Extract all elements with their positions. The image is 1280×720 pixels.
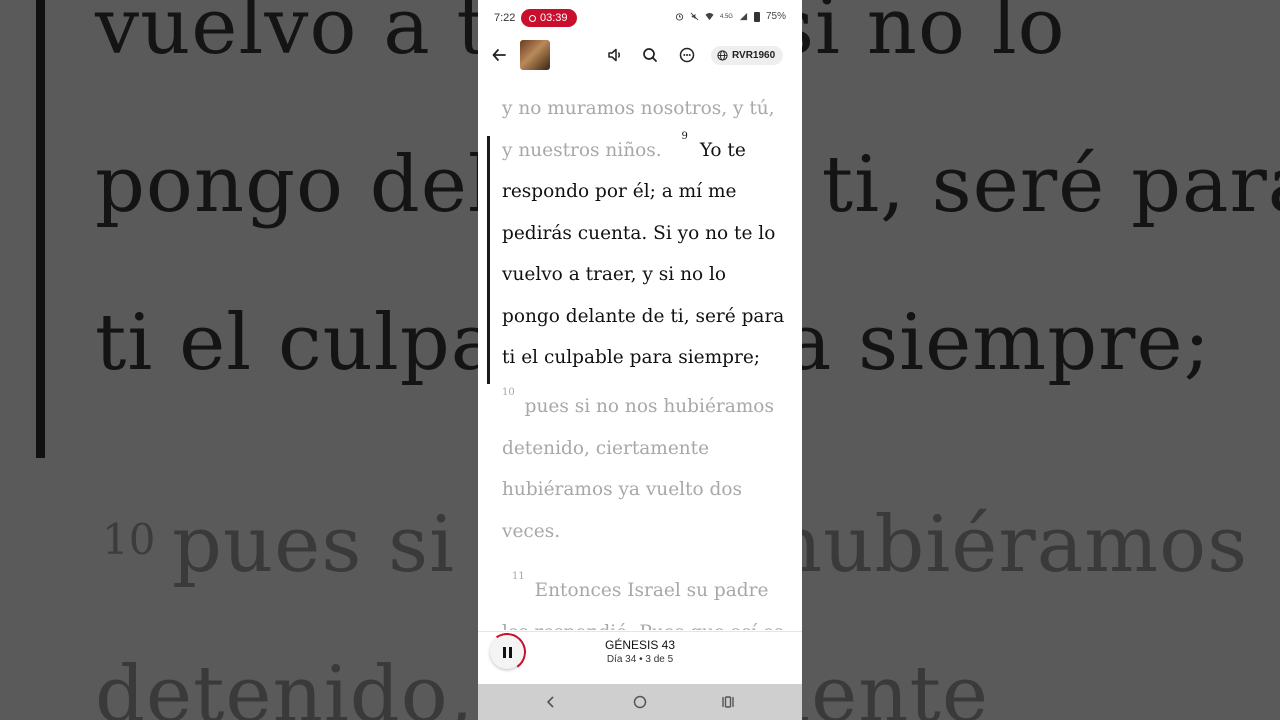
mute-icon [690, 12, 699, 21]
arrow-left-icon[interactable] [490, 46, 508, 64]
battery-icon [753, 11, 760, 22]
audio-player: GÉNESIS 43 Día 34 • 3 de 5 [478, 629, 802, 685]
verse-line[interactable]: ti el culpable para siempre; [502, 337, 760, 379]
status-time: 7:22 [494, 12, 516, 24]
verse-text: y nuestros niños. [502, 140, 662, 161]
search-icon[interactable] [640, 45, 660, 65]
status-bar: 7:22 03:39 4.5G 75% [478, 0, 802, 36]
chapter-text: y no muramos nosotros, y tú, y nuestros … [478, 72, 802, 630]
network-type: 4.5G [719, 13, 733, 20]
battery-percent: 75% [765, 11, 786, 22]
progress-ring [484, 629, 530, 675]
verse-text: pues si no nos hubiéramos [524, 396, 774, 417]
verse-line[interactable]: respondo por él; a mí me [502, 171, 736, 213]
player-title: GÉNESIS 43 [604, 638, 676, 652]
verse-line: y no muramos nosotros, y tú, [502, 98, 775, 119]
version-selector[interactable]: RVR1960 [711, 46, 784, 65]
status-icons: 4.5G 75% [675, 11, 786, 22]
recording-badge: 03:39 [521, 9, 577, 27]
globe-icon [717, 50, 728, 61]
background-verse-bar [36, 0, 45, 458]
plan-thumbnail[interactable] [520, 40, 550, 70]
verse-number: 10 [502, 387, 515, 398]
recording-time: 03:39 [540, 12, 568, 24]
version-label: RVR1960 [732, 50, 776, 61]
nav-recents-icon[interactable] [718, 692, 738, 712]
verse-line[interactable]: 10 pues si no nos hubiéramos [502, 386, 774, 428]
verse-number: 9 [681, 131, 688, 142]
speaker-icon[interactable] [605, 45, 625, 65]
more-icon[interactable] [677, 45, 697, 65]
verse-line[interactable]: veces. [502, 511, 560, 553]
phone-screen: 7:22 03:39 4.5G 75% RVR1960 y no muramos… [478, 0, 802, 720]
signal-icon [739, 12, 748, 21]
player-subtitle: Día 34 • 3 de 5 [606, 654, 674, 665]
selected-verse-bar [487, 136, 490, 384]
verse-line[interactable]: vuelvo a traer, y si no lo [502, 254, 726, 296]
verse-line[interactable]: 11 Entonces Israel su padre [512, 570, 768, 612]
background-verse-number: 10 [102, 515, 156, 564]
reader-top-bar: RVR1960 [478, 38, 802, 72]
verse-line[interactable]: y nuestros niños. 9 Yo te [502, 130, 746, 172]
verse-line[interactable]: les respondió: Pues que así es, [502, 612, 789, 630]
alarm-icon [675, 13, 684, 21]
wifi-icon [705, 12, 714, 21]
verse-text: Entonces Israel su padre [534, 580, 769, 601]
verse-line[interactable]: pedirás cuenta. Si yo no te lo [502, 213, 775, 255]
verse-line[interactable]: pongo delante de ti, seré para [502, 296, 784, 338]
verse-line[interactable]: detenido, ciertamente [502, 428, 709, 470]
record-icon [529, 14, 536, 22]
system-nav-bar [478, 684, 802, 720]
nav-back-icon[interactable] [541, 692, 561, 712]
verse-number: 11 [512, 571, 525, 582]
verse-line[interactable]: hubiéramos ya vuelto dos [502, 469, 742, 511]
verse-text: Yo te [699, 140, 746, 161]
nav-home-icon[interactable] [630, 692, 650, 712]
